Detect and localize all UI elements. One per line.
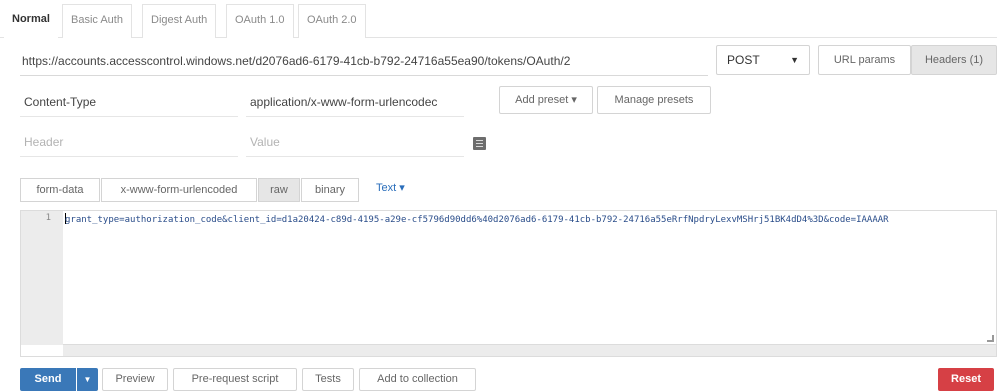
tab-basic-auth[interactable]: Basic Auth: [62, 4, 132, 38]
send-button[interactable]: Send: [20, 368, 76, 391]
raw-body-editor[interactable]: 1 grant_type=authorization_code&client_i…: [20, 210, 997, 357]
tab-raw[interactable]: raw: [258, 178, 300, 202]
tab-form-data[interactable]: form-data: [20, 178, 100, 202]
code-line[interactable]: grant_type=authorization_code&client_id=…: [65, 213, 889, 225]
manage-presets-button[interactable]: Manage presets: [597, 86, 711, 114]
header-value-input[interactable]: Value: [246, 127, 464, 157]
line-number: 1: [45, 213, 51, 223]
tab-normal[interactable]: Normal: [4, 4, 58, 38]
headers-button[interactable]: Headers (1): [911, 45, 997, 75]
tab-oauth-1[interactable]: OAuth 1.0: [226, 4, 294, 38]
url-params-button[interactable]: URL params: [818, 45, 911, 75]
horizontal-scrollbar[interactable]: [63, 344, 996, 356]
method-select[interactable]: POST ▼: [716, 45, 810, 75]
url-input[interactable]: https://accounts.accesscontrol.windows.n…: [20, 46, 708, 76]
bulk-edit-icon[interactable]: [473, 137, 486, 150]
preview-button[interactable]: Preview: [102, 368, 168, 391]
tab-oauth-2[interactable]: OAuth 2.0: [298, 4, 366, 38]
header-key-input[interactable]: Header: [20, 127, 238, 157]
header-value-field[interactable]: application/x-www-form-urlencodec: [246, 87, 464, 117]
tab-x-www-form-urlencoded[interactable]: x-www-form-urlencoded: [101, 178, 257, 202]
add-to-collection-button[interactable]: Add to collection: [359, 368, 476, 391]
tests-button[interactable]: Tests: [302, 368, 354, 391]
editor-gutter: [21, 211, 63, 345]
resize-handle-icon[interactable]: [987, 335, 994, 342]
reset-button[interactable]: Reset: [938, 368, 994, 391]
code-text: grant_type=authorization_code&client_id=…: [65, 215, 889, 225]
auth-tabs: Normal Basic Auth Digest Auth OAuth 1.0 …: [0, 0, 997, 38]
pre-request-script-button[interactable]: Pre-request script: [173, 368, 297, 391]
add-preset-button[interactable]: Add preset ▾: [499, 86, 593, 114]
tab-digest-auth[interactable]: Digest Auth: [142, 4, 217, 38]
tab-binary[interactable]: binary: [301, 178, 359, 202]
chevron-down-icon: ▼: [790, 55, 799, 65]
header-key-field[interactable]: Content-Type: [20, 87, 238, 117]
method-label: POST: [727, 53, 760, 67]
text-type-dropdown[interactable]: Text ▾: [376, 181, 405, 194]
send-options-icon[interactable]: ▼: [77, 368, 98, 391]
